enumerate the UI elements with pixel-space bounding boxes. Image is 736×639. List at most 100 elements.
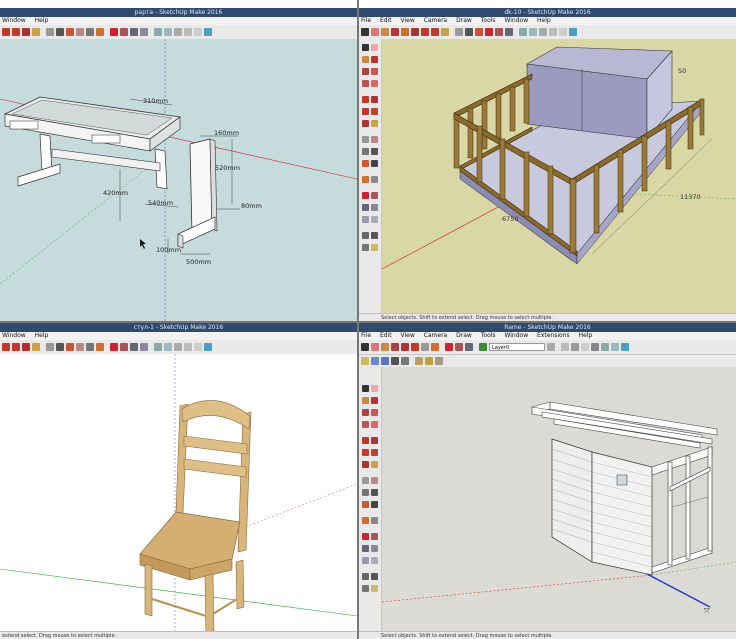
top-view-icon[interactable] <box>611 343 619 351</box>
walk-icon[interactable] <box>391 357 399 365</box>
protractor-icon[interactable] <box>362 489 369 496</box>
left-view-icon[interactable] <box>204 28 212 36</box>
offset-icon[interactable] <box>441 28 449 36</box>
tape-measure-icon[interactable] <box>46 343 54 351</box>
select-arrow-icon[interactable] <box>362 385 369 392</box>
tape-measure-icon[interactable] <box>362 136 369 143</box>
push-pull-icon[interactable] <box>371 96 378 103</box>
scale-icon[interactable] <box>362 461 369 468</box>
text-icon[interactable] <box>371 489 378 496</box>
offset-icon[interactable] <box>371 120 378 127</box>
look-around-icon[interactable] <box>362 585 369 592</box>
scale-icon[interactable] <box>362 120 369 127</box>
viewport-house[interactable]: 6750 11370 50 <box>382 39 736 313</box>
orbit-icon[interactable] <box>485 28 493 36</box>
offset-icon[interactable] <box>32 343 40 351</box>
warehouse-icon[interactable] <box>425 357 433 365</box>
dimension-icon[interactable] <box>76 343 84 351</box>
menu-window[interactable]: Window <box>2 332 26 339</box>
axes-icon[interactable] <box>66 28 74 36</box>
menu-help[interactable]: Help <box>35 17 49 24</box>
menu-help[interactable]: Help <box>537 17 551 24</box>
menu-edit[interactable]: Edit <box>380 17 392 24</box>
text-icon[interactable] <box>56 28 64 36</box>
move-icon[interactable] <box>362 437 369 444</box>
zoom-extents-icon[interactable] <box>362 216 369 223</box>
freehand-icon[interactable] <box>371 80 378 87</box>
rotate-icon[interactable] <box>431 28 439 36</box>
walk-icon[interactable] <box>371 232 378 239</box>
axes-icon[interactable] <box>475 28 483 36</box>
back-view-icon[interactable] <box>194 28 202 36</box>
zoom-icon[interactable] <box>465 343 473 351</box>
top-view-icon[interactable] <box>529 28 537 36</box>
front-view-icon[interactable] <box>174 28 182 36</box>
look-around-icon[interactable] <box>401 357 409 365</box>
circle-icon[interactable] <box>371 409 378 416</box>
zoom-icon[interactable] <box>505 28 513 36</box>
orbit-icon[interactable] <box>110 343 118 351</box>
left-view-icon[interactable] <box>204 343 212 351</box>
iso-view-icon[interactable] <box>519 28 527 36</box>
arc-icon[interactable] <box>371 56 378 63</box>
previous-view-icon[interactable] <box>371 216 378 223</box>
freehand-icon[interactable] <box>371 421 378 428</box>
pencil-icon[interactable] <box>362 56 369 63</box>
menu-file[interactable]: File <box>361 332 371 339</box>
select-arrow-icon[interactable] <box>362 44 369 51</box>
menu-file[interactable]: File <box>361 17 371 24</box>
orbit-icon[interactable] <box>362 533 369 540</box>
polygon-icon[interactable] <box>362 80 369 87</box>
top-view-icon[interactable] <box>164 28 172 36</box>
paint-bucket-icon[interactable] <box>362 517 369 524</box>
pan-icon[interactable] <box>371 533 378 540</box>
arc-icon[interactable] <box>371 397 378 404</box>
top-view-icon[interactable] <box>164 343 172 351</box>
menu-extensions[interactable]: Extensions <box>537 332 570 339</box>
text-icon[interactable] <box>465 28 473 36</box>
menu-draw[interactable]: Draw <box>456 17 472 24</box>
text-icon[interactable] <box>56 343 64 351</box>
offset-icon[interactable] <box>371 461 378 468</box>
zoom-window-icon[interactable] <box>371 545 378 552</box>
left-view-icon[interactable] <box>569 28 577 36</box>
menu-window[interactable]: Window <box>504 332 528 339</box>
polygon-icon[interactable] <box>362 421 369 428</box>
circle-icon[interactable] <box>371 68 378 75</box>
pencil-icon[interactable] <box>381 343 389 351</box>
section-plane-icon[interactable] <box>371 585 378 592</box>
orbit-icon[interactable] <box>445 343 453 351</box>
shaded-style-icon[interactable] <box>591 343 599 351</box>
section-plane-icon[interactable] <box>361 357 369 365</box>
paint-bucket-icon[interactable] <box>362 176 369 183</box>
zoom-icon[interactable] <box>362 545 369 552</box>
pencil-icon[interactable] <box>381 28 389 36</box>
tape-measure-icon[interactable] <box>46 28 54 36</box>
zoom-window-icon[interactable] <box>371 204 378 211</box>
move-icon[interactable] <box>2 28 10 36</box>
iso-view-icon[interactable] <box>601 343 609 351</box>
back-view-icon[interactable] <box>559 28 567 36</box>
menu-edit[interactable]: Edit <box>380 332 392 339</box>
menu-camera[interactable]: Camera <box>424 17 448 24</box>
move-icon[interactable] <box>411 343 419 351</box>
component-icon[interactable] <box>371 517 378 524</box>
zoom-extents-icon[interactable] <box>140 343 148 351</box>
wireframe-style-icon[interactable] <box>571 343 579 351</box>
zoom-extents-icon[interactable] <box>140 28 148 36</box>
right-view-icon[interactable] <box>184 28 192 36</box>
menu-window[interactable]: Window <box>2 17 26 24</box>
rotate-icon[interactable] <box>362 108 369 115</box>
menu-view[interactable]: View <box>401 17 415 24</box>
orbit-icon[interactable] <box>110 28 118 36</box>
paint-bucket-icon[interactable] <box>431 343 439 351</box>
layer-visible-icon[interactable] <box>479 343 487 351</box>
select-arrow-icon[interactable] <box>361 28 369 36</box>
position-camera-icon[interactable] <box>362 232 369 239</box>
menu-help[interactable]: Help <box>35 332 49 339</box>
move-icon[interactable] <box>2 343 10 351</box>
follow-me-icon[interactable] <box>371 449 378 456</box>
pan-icon[interactable] <box>455 343 463 351</box>
viewport-chair[interactable] <box>0 354 357 631</box>
right-view-icon[interactable] <box>549 28 557 36</box>
